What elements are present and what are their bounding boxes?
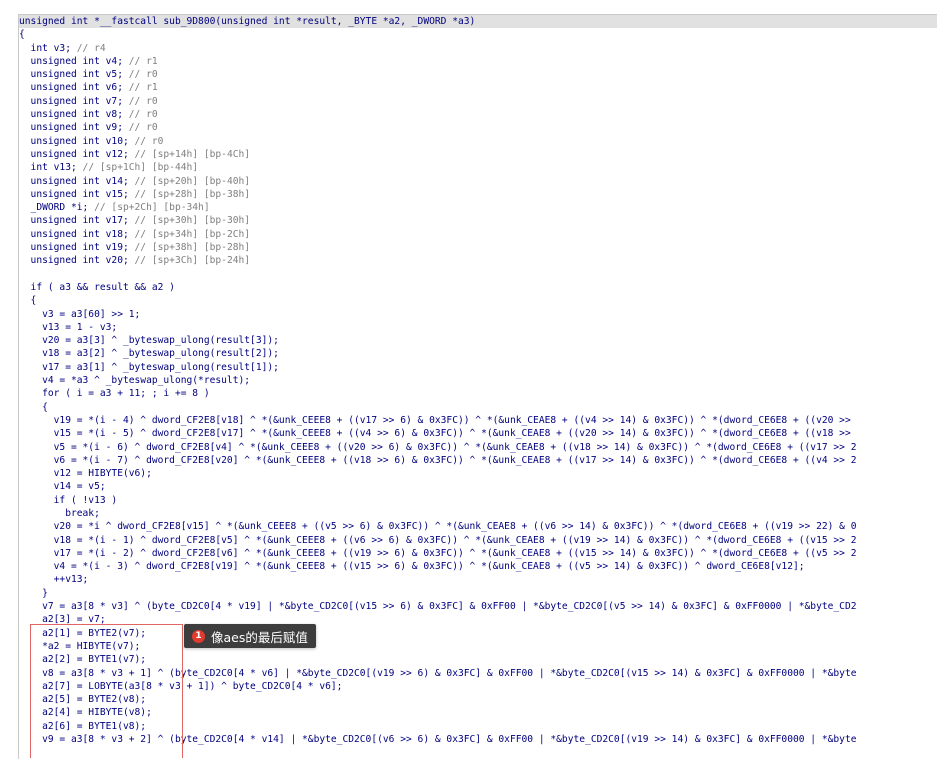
code-line[interactable]: if ( a3 && result && a2 ) xyxy=(19,281,937,294)
code-line[interactable]: v18 = *(i - 1) ^ dword_CF2E8[v5] ^ *(&un… xyxy=(19,534,937,547)
code-line[interactable] xyxy=(19,268,937,281)
code-line[interactable]: unsigned int v15; // [sp+28h] [bp-38h] xyxy=(19,188,937,201)
code-line[interactable]: v17 = *(i - 2) ^ dword_CF2E8[v6] ^ *(&un… xyxy=(19,547,937,560)
code-line[interactable]: unsigned int v4; // r1 xyxy=(19,55,937,68)
code-line[interactable]: unsigned int v12; // [sp+14h] [bp-4Ch] xyxy=(19,148,937,161)
code-line[interactable]: _DWORD *i; // [sp+2Ch] [bp-34h] xyxy=(19,201,937,214)
code-line[interactable]: unsigned int v17; // [sp+30h] [bp-30h] xyxy=(19,214,937,227)
code-line[interactable]: } xyxy=(19,587,937,600)
code-line[interactable]: v4 = *(i - 3) ^ dword_CF2E8[v19] ^ *(&un… xyxy=(19,560,937,573)
code-line[interactable]: unsigned int v8; // r0 xyxy=(19,108,937,121)
code-line[interactable]: unsigned int v14; // [sp+20h] [bp-40h] xyxy=(19,175,937,188)
code-line[interactable]: unsigned int v6; // r1 xyxy=(19,81,937,94)
code-line[interactable]: ++v13; xyxy=(19,573,937,586)
code-line[interactable]: v12 = HIBYTE(v6); xyxy=(19,467,937,480)
code-line[interactable]: v3 = a3[60] >> 1; xyxy=(19,308,937,321)
code-line[interactable]: unsigned int v18; // [sp+34h] [bp-2Ch] xyxy=(19,228,937,241)
annotation-tooltip: 1 像aes的最后赋值 xyxy=(184,624,316,648)
code-line[interactable]: v20 = a3[3] ^ _byteswap_ulong(result[3])… xyxy=(19,334,937,347)
code-line[interactable]: int v13; // [sp+1Ch] [bp-44h] xyxy=(19,161,937,174)
code-line[interactable]: break; xyxy=(19,507,937,520)
annotation-number-badge: 1 xyxy=(192,629,205,643)
code-line[interactable]: v15 = *(i - 5) ^ dword_CF2E8[v17] ^ *(&u… xyxy=(19,427,937,440)
code-line[interactable]: v5 = *(i - 6) ^ dword_CF2E8[v4] ^ *(&unk… xyxy=(19,441,937,454)
code-line[interactable]: unsigned int v19; // [sp+38h] [bp-28h] xyxy=(19,241,937,254)
code-line[interactable]: { xyxy=(19,401,937,414)
code-line[interactable]: unsigned int v9; // r0 xyxy=(19,121,937,134)
code-line[interactable]: v4 = *a3 ^ _byteswap_ulong(*result); xyxy=(19,374,937,387)
code-line[interactable]: v17 = a3[1] ^ _byteswap_ulong(result[1])… xyxy=(19,361,937,374)
code-line[interactable]: { xyxy=(19,28,937,41)
code-line[interactable]: int v3; // r4 xyxy=(19,42,937,55)
code-line[interactable]: v20 = *i ^ dword_CF2E8[v15] ^ *(&unk_CEE… xyxy=(19,520,937,533)
code-line[interactable]: v13 = 1 - v3; xyxy=(19,321,937,334)
annotation-highlight-box xyxy=(30,624,183,758)
code-line[interactable]: unsigned int *__fastcall sub_9D800(unsig… xyxy=(19,15,937,29)
annotation-text: 像aes的最后赋值 xyxy=(211,629,308,645)
code-line[interactable]: if ( !v13 ) xyxy=(19,494,937,507)
code-line[interactable]: unsigned int v5; // r0 xyxy=(19,68,937,81)
code-line[interactable]: unsigned int v20; // [sp+3Ch] [bp-24h] xyxy=(19,254,937,267)
code-line[interactable]: v19 = *(i - 4) ^ dword_CF2E8[v18] ^ *(&u… xyxy=(19,414,937,427)
code-line[interactable]: unsigned int v7; // r0 xyxy=(19,95,937,108)
code-line[interactable]: for ( i = a3 + 11; ; i += 8 ) xyxy=(19,387,937,400)
code-line[interactable]: v14 = v5; xyxy=(19,480,937,493)
code-line[interactable]: v6 = *(i - 7) ^ dword_CF2E8[v20] ^ *(&un… xyxy=(19,454,937,467)
code-line[interactable]: { xyxy=(19,294,937,307)
code-line[interactable]: v18 = a3[2] ^ _byteswap_ulong(result[2])… xyxy=(19,347,937,360)
code-line[interactable]: unsigned int v10; // r0 xyxy=(19,135,937,148)
code-line[interactable]: v7 = a3[8 * v3] ^ (byte_CD2C0[4 * v19] |… xyxy=(19,600,937,613)
